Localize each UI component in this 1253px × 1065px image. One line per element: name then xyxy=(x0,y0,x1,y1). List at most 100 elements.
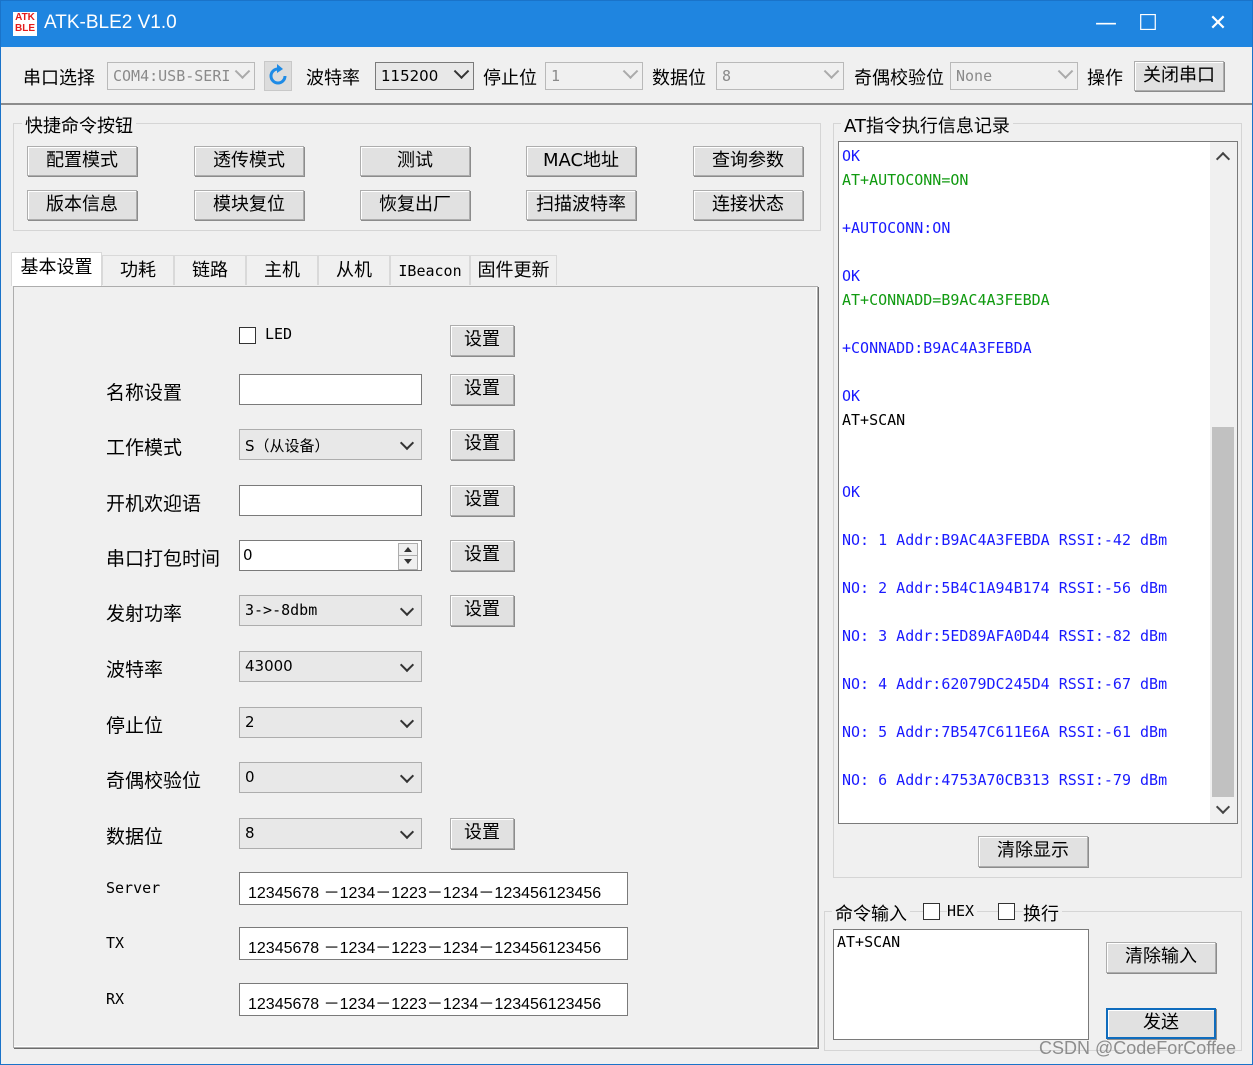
parity-label: 奇偶校验位 xyxy=(854,68,944,89)
log-line: +AUTOCONN:ON xyxy=(842,219,951,237)
quick-button-module-reset[interactable]: 模块复位 xyxy=(194,190,304,220)
scroll-down-icon[interactable] xyxy=(1215,799,1231,815)
work-mode-select[interactable]: S（从设备） xyxy=(239,429,422,460)
log-line: NO: 6 Addr:4753A70CB313 RSSI:-79 dBm xyxy=(842,771,1168,789)
chevron-down-icon xyxy=(399,713,415,729)
led-checkbox[interactable] xyxy=(239,327,256,344)
data-bits-value: 8 xyxy=(722,67,732,85)
chevron-down-icon xyxy=(399,435,415,451)
module-parity-value: 0 xyxy=(245,768,255,786)
log-line: AT+CONNADD=B9AC4A3FEBDA xyxy=(842,291,1050,309)
log-line: +CONNADD:B9AC4A3FEBDA xyxy=(842,339,1032,357)
tx-power-label: 发射功率 xyxy=(106,603,183,625)
stepper-divider xyxy=(399,555,417,556)
server-uuid-input[interactable]: 12345678 －1234－1223－1234－123456123456 xyxy=(239,872,628,905)
send-button[interactable]: 发送 xyxy=(1106,1008,1216,1039)
log-line: OK xyxy=(842,387,861,405)
port-select[interactable]: COM4:USB-SERI xyxy=(107,62,255,90)
rx-uuid-input[interactable]: 12345678 －1234－1223－1234－123456123456 xyxy=(239,983,628,1016)
tx-uuid-value: 12345678 －1234－1223－1234－123456123456 xyxy=(248,940,602,957)
tx-uuid-label: TX xyxy=(106,934,125,952)
quick-button-factory-reset[interactable]: 恢复出厂 xyxy=(360,190,470,220)
tab-master[interactable]: 主机 xyxy=(246,255,318,285)
quick-button-test[interactable]: 测试 xyxy=(360,146,470,176)
name-set-button[interactable]: 设置 xyxy=(450,374,514,405)
close-icon: ✕ xyxy=(1208,11,1228,36)
stop-bits-select[interactable]: 1 xyxy=(545,62,643,90)
quick-button-query-params[interactable]: 查询参数 xyxy=(693,146,803,176)
hex-checkbox[interactable] xyxy=(923,903,940,920)
module-stop-bits-value: 2 xyxy=(245,713,255,731)
stepper-down-icon[interactable] xyxy=(404,559,412,564)
quick-button-scan-baud[interactable]: 扫描波特率 xyxy=(526,190,636,220)
newline-checkbox[interactable] xyxy=(998,903,1015,920)
work-mode-value: S（从设备） xyxy=(245,437,330,455)
name-input[interactable] xyxy=(239,374,422,405)
log-line: OK xyxy=(842,267,861,285)
uart-set-button[interactable]: 设置 xyxy=(450,818,514,849)
baud-select-value: 115200 xyxy=(381,67,439,85)
port-select-value: COM4:USB-SERI xyxy=(113,67,231,85)
module-baud-select[interactable]: 43000 xyxy=(239,651,422,682)
tab-firmware-update[interactable]: 固件更新 xyxy=(470,255,557,285)
tx-uuid-input[interactable]: 12345678 －1234－1223－1234－123456123456 xyxy=(239,927,628,960)
chevron-down-icon xyxy=(399,657,415,673)
tx-power-select[interactable]: 3->-8dbm xyxy=(239,595,422,626)
stepper-up-icon[interactable] xyxy=(404,547,412,552)
at-log-output[interactable]: OK AT+AUTOCONN=ON +AUTOCONN:ON OK AT+CONNADD… xyxy=(838,141,1238,824)
log-line: NO: 5 Addr:7B547C611E6A RSSI:-61 dBm xyxy=(842,723,1168,741)
rx-uuid-label: RX xyxy=(106,990,125,1008)
quick-button-mac-address[interactable]: MAC地址 xyxy=(526,146,636,176)
log-scrollbar[interactable] xyxy=(1210,142,1237,823)
clear-display-button[interactable]: 清除显示 xyxy=(978,836,1088,867)
scroll-thumb[interactable] xyxy=(1212,427,1234,797)
at-log-title: AT指令执行信息记录 xyxy=(841,112,1013,138)
module-baud-value: 43000 xyxy=(245,657,293,675)
log-line: OK xyxy=(842,483,861,501)
maximize-button[interactable]: ☐ xyxy=(1113,1,1183,47)
app-logo-text-top: ATK xyxy=(15,12,35,23)
module-data-bits-select[interactable]: 8 xyxy=(239,818,422,849)
data-bits-label: 数据位 xyxy=(652,68,706,89)
command-input-title: 命令输入 xyxy=(832,900,910,926)
refresh-button[interactable] xyxy=(264,61,292,91)
chevron-down-icon xyxy=(1057,63,1074,80)
led-set-button[interactable]: 设置 xyxy=(450,325,514,356)
app-logo-icon: ATK BLE xyxy=(13,12,37,36)
pack-time-stepper[interactable]: 0 xyxy=(239,540,422,571)
data-bits-select[interactable]: 8 xyxy=(716,62,844,90)
tx-power-value: 3->-8dbm xyxy=(245,601,318,619)
pack-time-set-button[interactable]: 设置 xyxy=(450,540,514,571)
operation-label: 操作 xyxy=(1087,68,1123,89)
work-mode-set-button[interactable]: 设置 xyxy=(450,429,514,460)
title-bar[interactable]: ATK BLE ATK-BLE2 V1.0 — ☐ ✕ xyxy=(1,1,1252,47)
tx-power-set-button[interactable]: 设置 xyxy=(450,595,514,626)
parity-select[interactable]: None xyxy=(950,62,1078,90)
welcome-input[interactable] xyxy=(239,485,422,516)
log-line: AT+AUTOCONN=ON xyxy=(842,171,969,189)
scroll-up-icon[interactable] xyxy=(1215,151,1231,167)
module-data-bits-value: 8 xyxy=(245,824,255,842)
tab-basic-settings[interactable]: 基本设置 xyxy=(11,252,102,286)
module-stop-bits-select[interactable]: 2 xyxy=(239,707,422,738)
close-port-button[interactable]: 关闭串口 xyxy=(1134,61,1224,91)
tab-power[interactable]: 功耗 xyxy=(102,255,174,285)
quick-button-connection-status[interactable]: 连接状态 xyxy=(693,190,803,220)
name-label: 名称设置 xyxy=(106,382,183,404)
tab-link[interactable]: 链路 xyxy=(174,255,246,285)
baud-select[interactable]: 115200 xyxy=(375,62,474,90)
module-parity-select[interactable]: 0 xyxy=(239,762,422,793)
tab-slave[interactable]: 从机 xyxy=(318,255,390,285)
quick-button-config-mode[interactable]: 配置模式 xyxy=(27,146,137,176)
welcome-set-button[interactable]: 设置 xyxy=(450,485,514,516)
command-textarea[interactable]: AT+SCAN xyxy=(833,929,1089,1040)
quick-button-version-info[interactable]: 版本信息 xyxy=(27,190,137,220)
clear-input-button[interactable]: 清除输入 xyxy=(1106,942,1216,973)
rx-uuid-value: 12345678 －1234－1223－1234－123456123456 xyxy=(248,996,602,1013)
tab-ibeacon[interactable]: IBeacon xyxy=(390,255,470,285)
close-button[interactable]: ✕ xyxy=(1183,1,1253,47)
main-window: ATK BLE ATK-BLE2 V1.0 — ☐ ✕ 串口选择 COM4:US… xyxy=(0,0,1253,1065)
led-label: LED xyxy=(265,325,293,343)
quick-button-passthrough-mode[interactable]: 透传模式 xyxy=(194,146,304,176)
stepper-buttons[interactable] xyxy=(398,543,418,570)
